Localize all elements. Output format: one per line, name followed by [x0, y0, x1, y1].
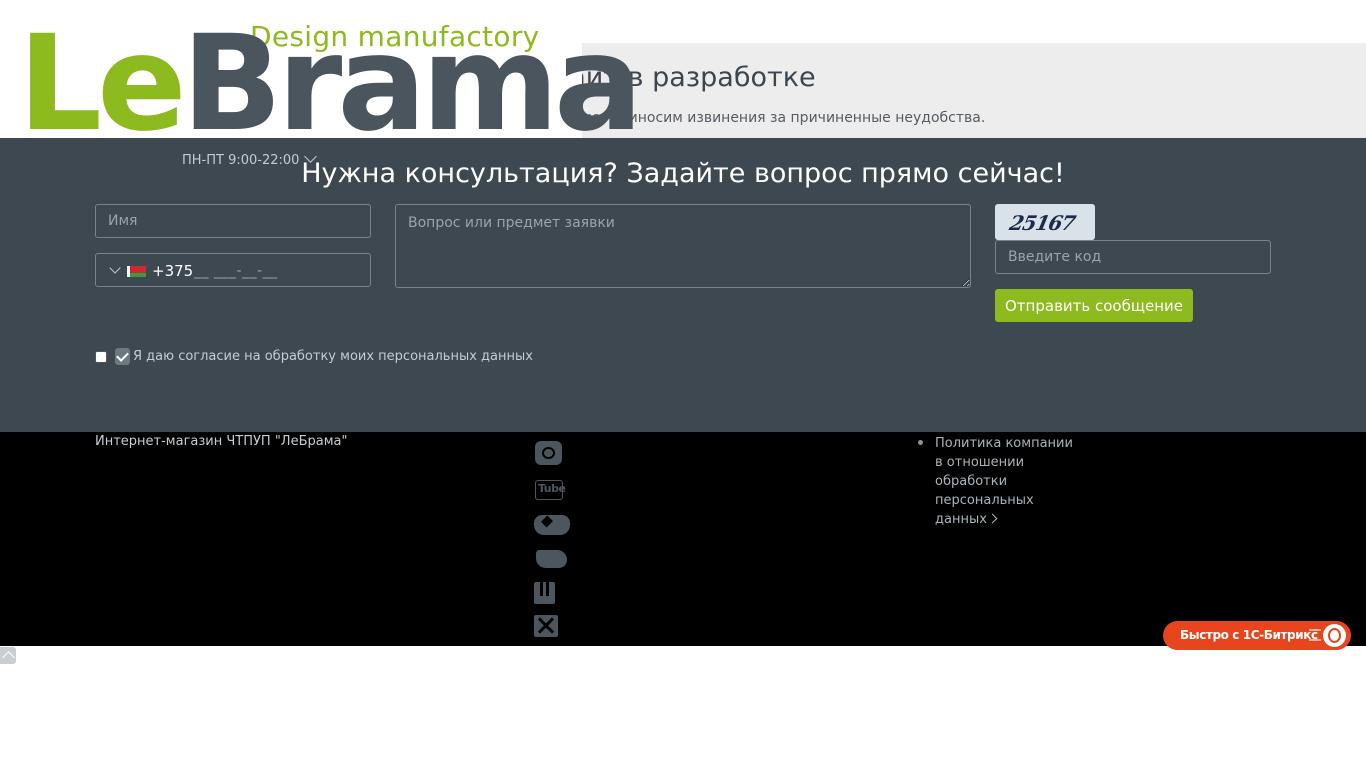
footer	[0, 432, 1366, 646]
phone-mask[interactable]: __ ___-__-__	[194, 263, 278, 279]
bitrix-logo-icon	[1323, 624, 1346, 647]
send-message-button[interactable]: Отправить сообщение	[995, 289, 1193, 322]
speed-lines-icon	[1309, 629, 1321, 641]
odnoklassniki-icon[interactable]	[534, 582, 570, 608]
captcha-code-input[interactable]	[995, 240, 1271, 274]
question-textarea[interactable]	[395, 204, 971, 288]
consent-label[interactable]: Я даю согласие на обработку моих персона…	[133, 349, 533, 364]
consent-checkbox[interactable]	[95, 351, 107, 363]
bitrix-badge-label: Быстро с 1С-Битрикс	[1180, 628, 1318, 642]
bitrix-badge[interactable]: Быстро с 1С-Битрикс	[1163, 621, 1351, 650]
policy-bullet	[918, 440, 923, 445]
phone-field[interactable]: +375 __ ___-__-__	[95, 253, 371, 287]
captcha-text: 25167	[1007, 211, 1078, 235]
name-input[interactable]	[95, 204, 371, 238]
instagram-icon[interactable]	[534, 441, 570, 467]
scroll-to-top-button[interactable]	[0, 647, 16, 664]
chevron-right-icon	[987, 513, 998, 524]
consultation-title: Нужна консультация? Задайте вопрос прямо…	[301, 158, 1065, 189]
phone-country-code: +375	[152, 262, 194, 280]
privacy-policy-text[interactable]: Политика компании в отношении обработки …	[935, 436, 1073, 527]
twitter-icon[interactable]	[534, 547, 570, 573]
privacy-policy-link[interactable]: Политика компании в отношении обработки …	[935, 434, 1075, 529]
belarus-flag-icon	[127, 266, 146, 277]
consent-check-icon[interactable]	[115, 348, 130, 365]
vk-icon[interactable]	[534, 513, 570, 539]
site-logo[interactable]: Design manufactory LeBrama	[0, 0, 643, 150]
youtube-icon[interactable]: Tube	[534, 478, 570, 504]
logo-wordmark: LeBrama	[18, 18, 643, 150]
captcha-image: 25167	[995, 204, 1095, 240]
country-chevron-icon[interactable]	[109, 262, 121, 274]
x-icon[interactable]	[534, 615, 570, 641]
company-name: Интернет-магазин ЧТПУП "ЛеБрама"	[95, 434, 348, 449]
